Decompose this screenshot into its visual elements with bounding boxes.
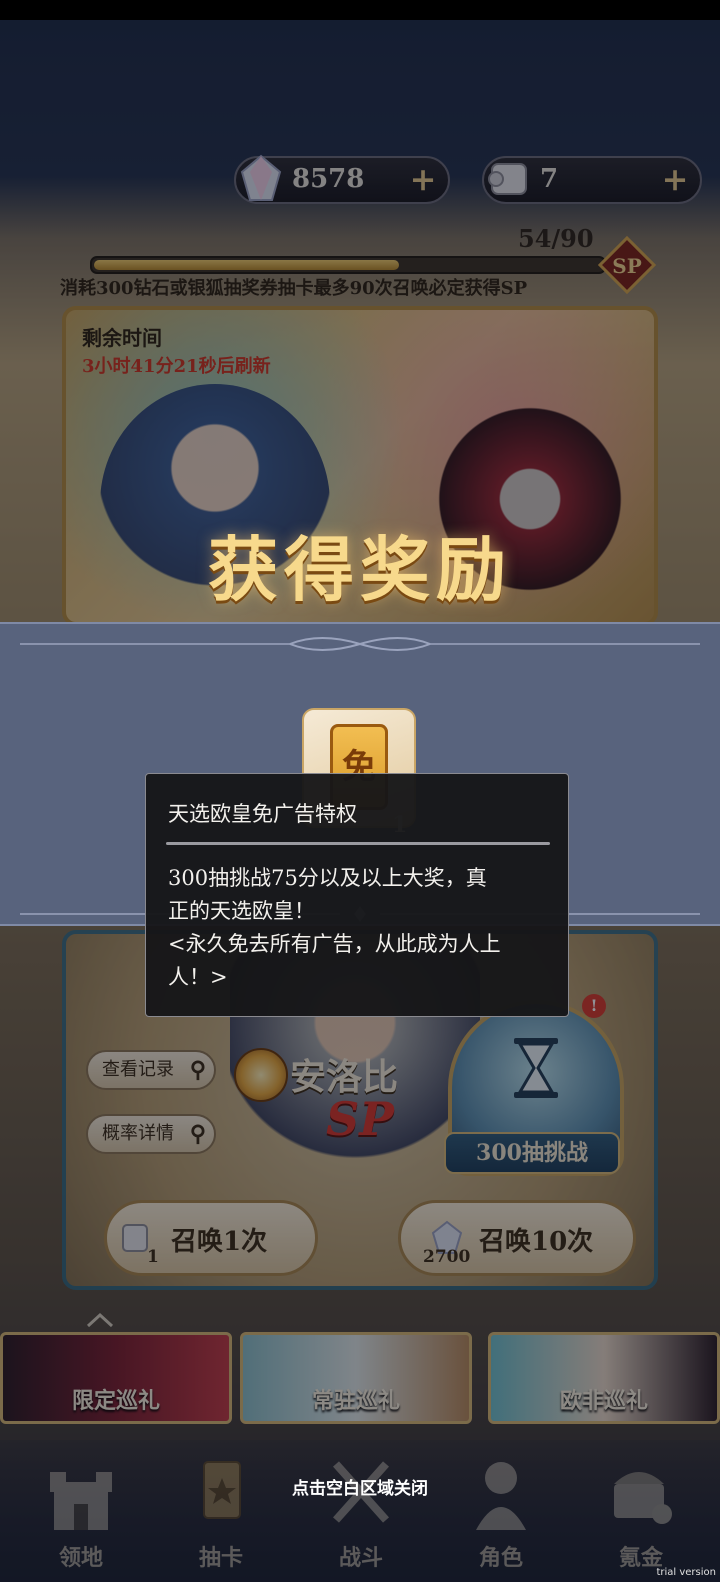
reward-title: 获得奖励: [208, 528, 512, 611]
tooltip-line: 人！>: [168, 965, 228, 989]
tooltip-title: 天选欧皇免广告特权: [168, 802, 357, 826]
tooltip-line: 300抽挑战75分以及以上大奖，真: [168, 866, 487, 890]
tooltip-body: 300抽挑战75分以及以上大奖，真 正的天选欧皇！ <永久免去所有广告，从此成为…: [168, 862, 548, 994]
tooltip-line: <永久免去所有广告，从此成为人上: [168, 932, 501, 956]
item-tooltip: 天选欧皇免广告特权 300抽挑战75分以及以上大奖，真 正的天选欧皇！ <永久免…: [145, 773, 569, 1017]
close-hint[interactable]: 点击空白区域关闭: [0, 1474, 720, 1499]
tooltip-divider: [166, 842, 550, 845]
status-bar: [0, 0, 720, 20]
tooltip-line: 正的天选欧皇！: [168, 899, 315, 923]
watermark: trial version: [656, 1567, 716, 1578]
ornament-divider: [20, 637, 700, 651]
